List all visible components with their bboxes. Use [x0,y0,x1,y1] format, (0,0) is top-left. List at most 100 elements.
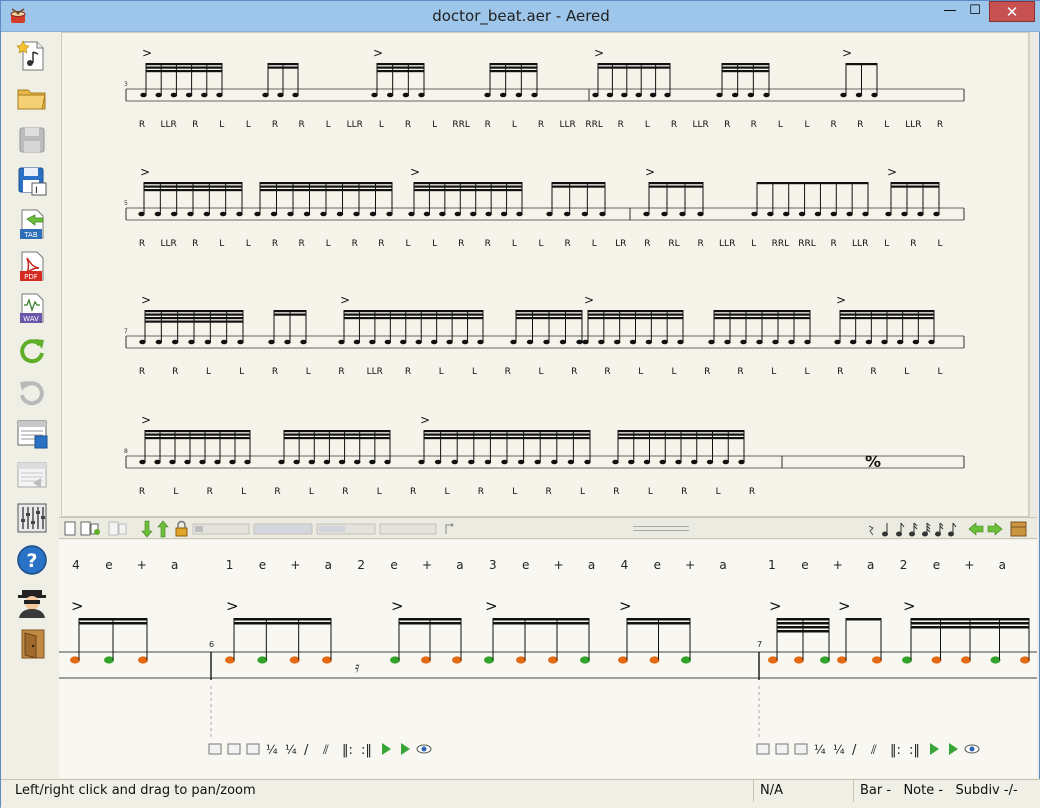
load-region-icon[interactable] [15,459,49,493]
score-notation[interactable]: 3> > > >R LLR R L L R R L LLR L R L RRL R L R LLR RRL R L R LLR R… [62,33,1029,517]
play-icon[interactable] [930,743,939,755]
minimize-button[interactable]: — [936,1,964,22]
maximize-button[interactable]: ☐ [961,1,989,22]
bar-editor[interactable]: 4 e + a 1 e + a 2 e + a 3 e + a 4 e + a 1 e + a 2 e + a 6 7 > > > > > > > > 𝄿 ¼… [59,540,1037,778]
undo-icon[interactable] [15,375,49,409]
add-bar-icon[interactable] [208,743,222,755]
editor-note-beam [777,622,829,625]
preview-eye-icon[interactable] [416,744,432,754]
move-up-icon[interactable] [157,520,169,538]
note-beam [649,182,703,185]
preview-eye-icon[interactable] [964,744,980,754]
next-arrow-icon[interactable] [987,522,1003,536]
sticking-label: L [405,239,410,249]
accent-mark: > [410,165,420,179]
play-icon[interactable] [382,743,391,755]
editor-canvas[interactable]: 4 e + a 1 e + a 2 e + a 3 e + a 4 e + a 1 e + a 2 e + a 6 7 > > > > > > > > 𝄿 ¼… [59,540,1037,778]
score-overview[interactable]: 3 > > > > R LLR R L L R R L LLR L R L RRL R L R LLR RRL R L R LLR R… [61,32,1029,517]
layout-single-icon[interactable] [64,521,76,536]
export-tab-icon[interactable]: TAB [15,207,49,241]
beat-count-label: 4 [72,558,80,572]
note-beam [145,310,243,313]
sticking-label: R [505,367,511,377]
repeat-start-icon[interactable]: ‖: [342,743,353,758]
save-as-icon[interactable]: I [15,165,49,199]
play-from-icon[interactable] [949,743,958,755]
window-title: doctor_beat.aer - Aered [432,7,610,25]
return-arrow-icon[interactable] [445,523,454,534]
sticking-label: R [724,120,730,130]
region-slider-3[interactable] [316,523,376,535]
sticking-label: R [478,487,484,497]
export-wav-icon[interactable]: WAV [15,291,49,325]
exit-door-icon[interactable] [15,627,49,661]
note-beam [268,66,298,69]
time-sig-add-icon[interactable]: ¼ [814,743,826,757]
editor-note-beam [79,618,147,621]
note-beam [145,320,243,323]
spy-avatar-icon[interactable] [15,585,49,619]
repeat-one-icon-glyph: / [852,743,857,758]
sticking-label: L [439,367,444,377]
mixer-icon[interactable] [15,501,49,535]
sticking-label: R [342,487,348,497]
region-slider-2[interactable] [253,523,313,535]
time-sig-remove-icon[interactable]: ¼ [285,743,297,757]
sticking-label: L [173,487,178,497]
lock-icon[interactable] [175,520,188,537]
save-region-icon[interactable] [15,417,49,451]
splitter-grip[interactable] [633,526,689,531]
editor-note-beam [911,622,1029,625]
move-down-icon[interactable] [141,520,153,538]
floppy-disk-icon[interactable] [15,123,49,157]
note-beam [722,63,769,66]
redo-icon[interactable] [15,333,49,367]
sticking-label: RRL [772,239,790,249]
sticking-label: R [485,239,491,249]
sticking-label: R [458,239,464,249]
beat-count-label: a [999,558,1006,572]
accent-mark: > [594,46,604,60]
play-from-icon[interactable] [401,743,410,755]
add-bar-icon[interactable] [756,743,770,755]
region-slider-4[interactable] [379,523,437,535]
help-icon[interactable]: ? [15,543,49,577]
rest-icon[interactable] [868,525,874,536]
note-beam [649,185,703,188]
repeat-two-icon[interactable]: ⫽ [870,743,877,758]
note-beam [846,63,877,66]
folder-icon[interactable] [15,81,49,115]
remove-bar-icon[interactable] [794,743,808,755]
repeat-one-icon[interactable]: / [304,743,309,758]
title-bar[interactable]: doctor_beat.aer - Aered — ☐ ✕ [1,1,1040,32]
sticking-label: L [512,487,517,497]
layout-double-icon[interactable] [80,521,100,536]
layout-disabled-icon[interactable] [108,521,127,536]
export-pdf-icon[interactable]: PDF [15,249,49,283]
accent-mark: > [842,46,852,60]
note-beam [552,185,605,188]
repeat-end-icon[interactable]: :‖ [361,743,372,758]
note-beam [414,182,522,185]
note-beam [414,185,522,188]
sticking-label: LLR [367,367,383,377]
new-music-file-icon[interactable] [15,39,49,73]
sticking-label: LLR [347,120,363,130]
duplicate-bar-icon[interactable] [775,743,789,755]
time-sig-add-icon[interactable]: ¼ [266,743,278,757]
note-duration-icons[interactable] [882,522,957,537]
repeat-two-icon-glyph: ⫽ [322,743,329,758]
time-sig-remove-icon[interactable]: ¼ [833,743,845,757]
status-bar: Left/right click and drag to pan/zoom N/… [1,779,1040,808]
close-button[interactable]: ✕ [989,1,1035,22]
score-scrollbar[interactable] [1029,32,1038,517]
repeat-one-icon[interactable]: / [852,743,857,758]
duplicate-bar-icon[interactable] [227,743,241,755]
package-icon[interactable] [1010,521,1027,537]
remove-bar-icon[interactable] [246,743,260,755]
repeat-end-icon[interactable]: :‖ [909,743,920,758]
region-slider[interactable] [192,523,250,535]
repeat-start-icon[interactable]: ‖: [890,743,901,758]
prev-arrow-icon[interactable] [968,522,984,536]
repeat-two-icon[interactable]: ⫽ [322,743,329,758]
